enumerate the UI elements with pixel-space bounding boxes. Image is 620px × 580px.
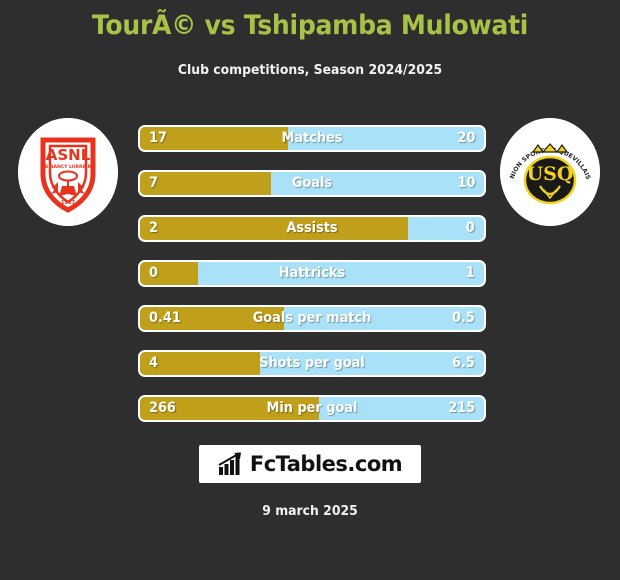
right-value: 0 — [466, 220, 475, 236]
svg-text:ASNL: ASNL — [46, 146, 91, 164]
stat-label: Shots per goal — [259, 355, 365, 371]
page-title: TourÃ© vs Tshipamba Mulowati — [91, 10, 529, 41]
stat-row-assists: 2 Assists 0 — [138, 215, 486, 242]
stat-row-matches: 17 Matches 20 — [138, 125, 486, 152]
right-team-logo: UNION SPORTIVE QUEVILLAISE USQ — [500, 118, 600, 226]
svg-text:USQ: USQ — [527, 163, 574, 185]
svg-text:AS NANCY LORRAINE: AS NANCY LORRAINE — [42, 164, 95, 170]
left-team-logo: ASNL AS NANCY LORRAINE 1967 — [18, 118, 118, 226]
fctables-brand-text: FcTables.com — [249, 452, 403, 476]
stat-row-goals-per-match: 0.41 Goals per match 0.5 — [138, 305, 486, 332]
fctables-logo[interactable]: FcTables.com — [199, 445, 421, 483]
stat-label: Min per goal — [266, 400, 358, 416]
asnl-crest-icon: ASNL AS NANCY LORRAINE 1967 — [18, 118, 118, 226]
generated-date: 9 march 2025 — [262, 503, 358, 519]
right-value: 20 — [457, 130, 475, 146]
stat-label: Goals per match — [252, 310, 372, 326]
right-value: 215 — [448, 400, 475, 416]
right-value: 10 — [457, 175, 475, 191]
stat-bars-list: 17 Matches 20 7 Goals 10 2 Assists 0 0 H… — [138, 125, 486, 440]
stat-row-shots-per-goal: 4 Shots per goal 6.5 — [138, 350, 486, 377]
right-value: 6.5 — [452, 355, 475, 371]
right-value: 0.5 — [452, 310, 475, 326]
stat-row-hattricks: 0 Hattricks 1 — [138, 260, 486, 287]
right-value: 1 — [466, 265, 475, 281]
stat-row-min-per-goal: 266 Min per goal 215 — [138, 395, 486, 422]
svg-text:1967: 1967 — [61, 200, 75, 206]
stat-label: Hattricks — [278, 265, 346, 281]
stat-label: Matches — [281, 130, 343, 146]
page-subtitle: Club competitions, Season 2024/2025 — [177, 62, 443, 78]
stat-label: Assists — [286, 220, 338, 236]
stats-comparison-page: TourÃ© vs Tshipamba Mulowati Club compet… — [0, 0, 620, 580]
bar-chart-icon — [218, 452, 241, 475]
stat-row-goals: 7 Goals 10 — [138, 170, 486, 197]
stat-label: Goals — [291, 175, 333, 191]
usq-crest-icon: UNION SPORTIVE QUEVILLAISE USQ — [500, 118, 600, 226]
